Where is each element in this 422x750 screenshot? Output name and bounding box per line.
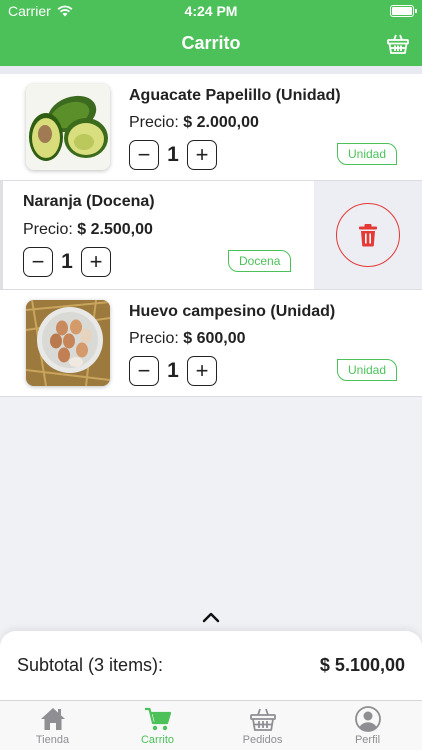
header-divider (0, 66, 422, 74)
expand-summary-button[interactable] (201, 610, 221, 624)
product-price: Precio: $ 2.000,00 (129, 114, 259, 132)
tab-perfil[interactable]: Perfil (315, 701, 420, 750)
decrease-button[interactable]: − (129, 356, 159, 386)
quantity-stepper: − 1 + (23, 247, 111, 277)
battery-icon (390, 5, 417, 17)
product-price: Precio: $ 600,00 (129, 330, 246, 348)
product-name: Aguacate Papelillo (Unidad) (129, 87, 341, 104)
basket-icon (387, 34, 409, 54)
delete-button[interactable] (336, 203, 400, 267)
tab-label: Tienda (35, 734, 70, 746)
cart-item-content[interactable]: Naranja (Docena) Precio: $ 2.500,00 − 1 … (0, 181, 314, 289)
cart-icon (144, 707, 171, 731)
increase-button[interactable]: + (81, 247, 111, 277)
price-value: $ 2.500,00 (77, 221, 153, 238)
product-price: Precio: $ 2.500,00 (23, 221, 153, 239)
home-icon (40, 708, 65, 730)
increase-button[interactable]: + (187, 140, 217, 170)
product-name: Huevo campesino (Unidad) (129, 303, 336, 320)
basket-icon (249, 708, 276, 731)
tab-label: Carrito (140, 734, 174, 746)
avocado-image (26, 84, 110, 170)
quantity-stepper: − 1 + (129, 356, 217, 386)
price-label: Precio: (23, 221, 73, 238)
chevron-up-icon (202, 612, 220, 623)
quantity-value: 1 (167, 143, 179, 166)
subtotal-label: Subtotal (3 items): (17, 655, 164, 675)
price-label: Precio: (129, 114, 179, 131)
unit-badge: Unidad (337, 143, 398, 165)
price-label: Precio: (129, 330, 179, 347)
tab-tienda[interactable]: Tienda (0, 701, 105, 750)
quantity-stepper: − 1 + (129, 140, 217, 170)
tab-pedidos[interactable]: Pedidos (210, 701, 315, 750)
decrease-button[interactable]: − (129, 140, 159, 170)
subtotal-value: $ 5.100,00 (319, 655, 405, 675)
status-bar: Carrier 4:24 PM (0, 0, 422, 22)
quantity-value: 1 (167, 359, 179, 382)
tab-label: Perfil (354, 734, 381, 746)
tab-label: Pedidos (242, 734, 283, 746)
app-header: Carrier 4:24 PM Carrito (0, 0, 422, 66)
subtotal-panel: Subtotal (3 items): $ 5.100,00 (0, 631, 422, 701)
basket-button[interactable] (386, 32, 410, 56)
decrease-button[interactable]: − (23, 247, 53, 277)
quantity-value: 1 (61, 250, 73, 273)
trash-icon (359, 224, 377, 247)
swipe-action-area (314, 181, 422, 289)
tab-bar: Tienda Carrito Pedidos Perfil (0, 700, 422, 750)
status-time: 4:24 PM (184, 3, 238, 19)
eggs-image (26, 300, 110, 386)
cart-item-swiped: Naranja (Docena) Precio: $ 2.500,00 − 1 … (0, 181, 422, 290)
price-value: $ 600,00 (183, 330, 246, 347)
price-value: $ 2.000,00 (183, 114, 259, 131)
page-title: Carrito (181, 33, 241, 53)
unit-badge: Docena (228, 250, 292, 272)
cart-item: Huevo campesino (Unidad) Precio: $ 600,0… (0, 290, 422, 397)
cart-item: Aguacate Papelillo (Unidad) Precio: $ 2.… (0, 74, 422, 181)
product-name: Naranja (Docena) (23, 193, 155, 210)
tab-carrito[interactable]: Carrito (105, 701, 210, 750)
profile-icon (354, 706, 381, 732)
unit-badge: Unidad (337, 359, 398, 381)
increase-button[interactable]: + (187, 356, 217, 386)
